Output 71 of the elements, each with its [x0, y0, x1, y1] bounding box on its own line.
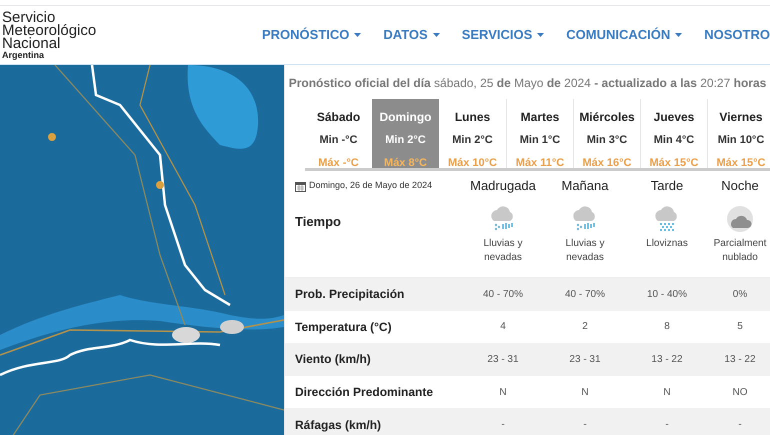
row-label: Temperatura (°C): [295, 318, 393, 336]
day-tab[interactable]: Lunes Min 2°C Máx 10°C: [439, 99, 506, 168]
table-cell-text: 13 - 22: [723, 352, 757, 367]
table-cell-text: -: [582, 418, 588, 432]
period-header: Mañana: [560, 177, 610, 196]
min-temp: Min 3°C: [586, 133, 628, 148]
nav-link[interactable]: NOSOTRO: [704, 25, 770, 45]
row-label: Tiempo: [295, 213, 342, 231]
table-cell-text: -: [500, 418, 506, 432]
row-label: Ráfagas (km/h): [295, 416, 382, 434]
caret-icon: [675, 33, 682, 37]
table-cell-text: -: [737, 418, 743, 432]
max-temp: Máx 15°C: [716, 156, 766, 170]
max-temp: Máx 8°C: [384, 156, 427, 170]
min-temp: Min -°C: [319, 133, 358, 148]
caret-icon: [354, 33, 362, 37]
calendar-icon: [295, 180, 306, 192]
nav-link[interactable]: DATOS: [383, 25, 440, 45]
logo-text: Meteorológico: [2, 24, 98, 36]
day-tab[interactable]: Sábado Min -°C Máx -°C: [305, 99, 372, 168]
table-cell-text: 8: [663, 320, 671, 334]
logo-text: Nacional: [2, 36, 60, 50]
table-cell-text: N: [662, 386, 672, 400]
nav-link[interactable]: PRONÓSTICO: [262, 25, 362, 45]
day-tab[interactable]: Viernes Min 10°C Máx 15°C: [707, 99, 770, 168]
logo-subtitle: Argentina: [2, 50, 46, 60]
table-cell-text: 0%: [732, 288, 748, 302]
nav-link[interactable]: SERVICIOS: [462, 25, 544, 45]
table-cell-text: 10 - 40%: [646, 288, 688, 302]
day-tab[interactable]: Miércoles Min 3°C Máx 16°C: [573, 99, 640, 168]
max-temp: Máx 16°C: [582, 156, 632, 170]
min-temp: Min 1°C: [520, 133, 560, 148]
min-temp: Min 10°C: [718, 133, 764, 148]
table-cell-text: 23 - 31: [486, 352, 520, 367]
max-temp: Máx 10°C: [448, 156, 498, 170]
max-temp: Máx 15°C: [649, 156, 699, 170]
table-cell-text: N: [580, 386, 590, 400]
nav-link[interactable]: COMUNICACIÓN: [566, 25, 682, 45]
period-header: Noche: [720, 177, 760, 196]
weather-description: Lloviznas: [645, 237, 689, 251]
logo-text: Servicio: [2, 10, 56, 24]
min-temp: Min 2°C: [452, 133, 493, 148]
table-cell-text: 4: [499, 320, 507, 334]
table-cell-text: 13 - 22: [650, 352, 684, 367]
day-tab[interactable]: Martes Min 1°C Máx 11°C: [506, 99, 573, 168]
forecast-header: Pronóstico oficial del día sábado, 25 de Mayo de 2024 - actualizado a las 20:27 horas: [288, 75, 768, 92]
table-cell-text: 40 - 70%: [482, 288, 524, 302]
table-cell-text: 40 - 70%: [564, 288, 606, 302]
max-temp: Máx -°C: [318, 156, 359, 170]
weather-description: Lluvias y nevadas: [482, 237, 524, 265]
row-label: Prob. Precipitación: [295, 286, 406, 304]
table-cell-text: N: [498, 386, 508, 400]
table-cell-text: 23 - 31: [568, 352, 602, 367]
table-cell-text: NO: [732, 386, 748, 400]
table-cell-text: 2: [581, 320, 589, 334]
caret-icon: [537, 33, 544, 37]
row-label: Viento (km/h): [295, 351, 372, 368]
weather-description: Parcialment nublado: [712, 237, 768, 265]
table-cell-text: -: [664, 418, 670, 432]
weather-description: Lluvias y nevadas: [564, 237, 606, 265]
period-header: Madrugada: [469, 177, 537, 196]
day-tab[interactable]: Jueves Min 4°C Máx 15°C: [640, 99, 707, 168]
table-cell-text: 5: [736, 320, 744, 334]
row-label: Dirección Predominante: [295, 384, 434, 402]
moon-cloud-icon: [725, 205, 755, 235]
min-temp: Min 2°C: [385, 133, 426, 148]
period-header: Tarde: [650, 177, 684, 196]
min-temp: Min 4°C: [654, 133, 694, 148]
max-temp: Máx 11°C: [516, 156, 564, 170]
forecast-date: Domingo, 26 de Mayo de 2024: [309, 179, 432, 192]
caret-icon: [432, 33, 440, 37]
